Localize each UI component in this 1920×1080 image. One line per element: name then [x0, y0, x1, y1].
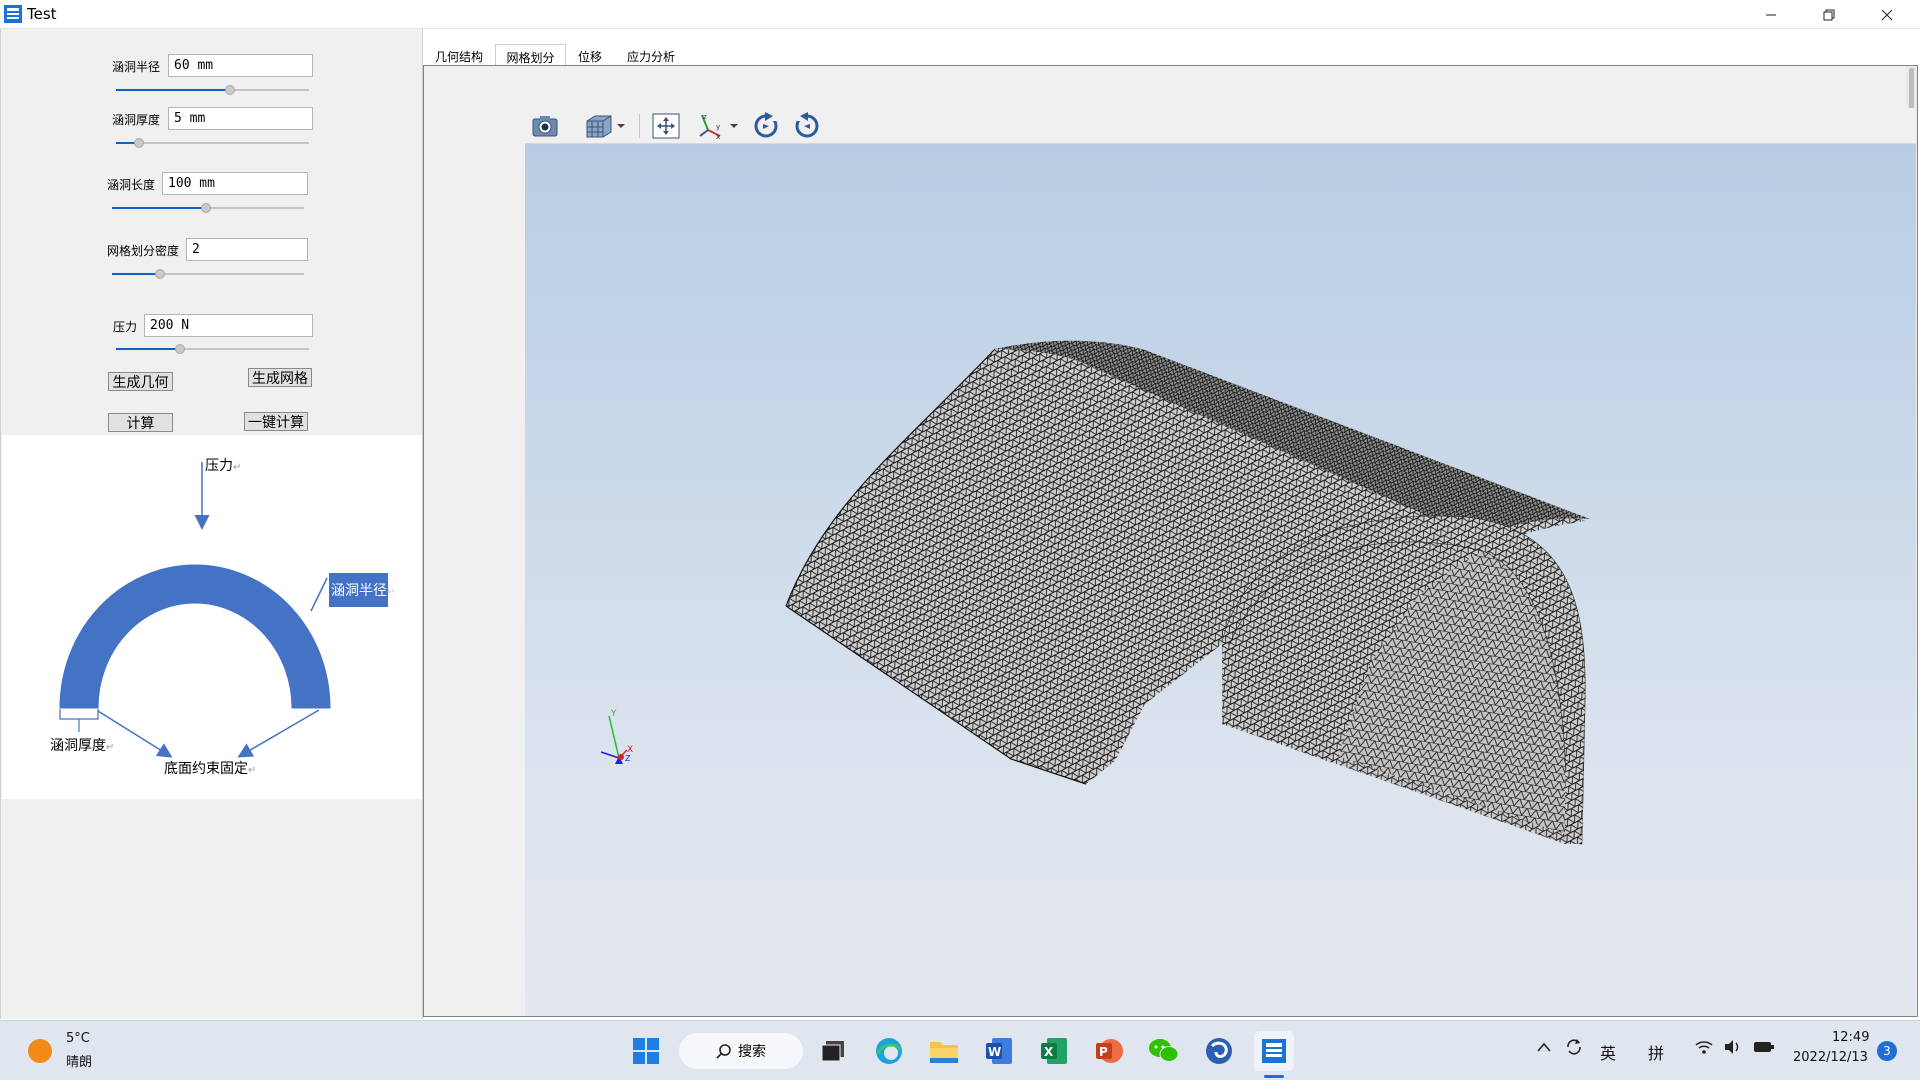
start-icon[interactable] — [626, 1031, 666, 1071]
radius-leader — [310, 577, 328, 612]
powerpoint-icon[interactable]: P — [1089, 1031, 1129, 1071]
mesh-density-label: 网格划分密度 — [107, 244, 180, 258]
pressure-slider[interactable] — [116, 341, 309, 357]
diagram-radius-label: 涵洞半径↵ — [331, 583, 396, 599]
weather-desc[interactable]: 晴朗 — [66, 1051, 92, 1070]
thickness-input[interactable]: 5 mm — [168, 107, 313, 130]
thickness-slider[interactable] — [116, 135, 309, 151]
ime-language[interactable]: 英 — [1600, 1040, 1616, 1064]
slider-thumb[interactable] — [201, 203, 212, 213]
svg-text:y: y — [716, 123, 720, 131]
restore-button[interactable] — [1800, 0, 1858, 29]
radius-input[interactable]: 60 mm — [168, 54, 313, 77]
svg-text:X: X — [1044, 1045, 1054, 1059]
app-swirl-icon[interactable] — [1199, 1031, 1239, 1071]
svg-text:x: x — [716, 133, 720, 140]
window-title: Test — [27, 5, 57, 23]
pressure-input[interactable]: 200 N — [144, 314, 313, 337]
camera-icon[interactable] — [527, 112, 563, 140]
diagram-pressure-label: 压力↵ — [205, 458, 242, 474]
rotate-ccw-icon[interactable] — [792, 112, 822, 140]
length-slider[interactable] — [112, 200, 304, 216]
culvert-diagram: 压力↵ 涵洞半径↵ 涵洞厚度↵ 底面约束固定↵ — [2, 435, 422, 799]
axis-z-label: Z — [625, 754, 631, 763]
volume-icon[interactable] — [1723, 1039, 1743, 1059]
sync-icon[interactable] — [1564, 1037, 1584, 1061]
task-view-icon[interactable] — [813, 1031, 853, 1071]
test-app-taskbar-icon[interactable] — [1254, 1031, 1294, 1071]
sun-icon[interactable] — [28, 1039, 52, 1063]
wifi-icon[interactable] — [1694, 1039, 1714, 1059]
generate-mesh-button[interactable]: 生成网格 — [248, 368, 312, 387]
svg-text:W: W — [988, 1045, 1001, 1059]
slider-thumb[interactable] — [134, 138, 145, 148]
one-click-compute-button[interactable]: 一键计算 — [244, 412, 308, 431]
constraint-arrow-right — [237, 709, 320, 758]
slider-thumb[interactable] — [174, 344, 185, 354]
slider-thumb[interactable] — [155, 269, 165, 279]
show-hidden-icons[interactable] — [1536, 1039, 1552, 1059]
generate-geometry-button[interactable]: 生成几何 — [108, 372, 173, 391]
svg-text:P: P — [1099, 1045, 1108, 1059]
orientation-axes: Y X Z — [600, 709, 633, 764]
search-box[interactable]: 搜索 — [679, 1033, 803, 1069]
edge-icon[interactable] — [869, 1031, 909, 1071]
taskbar: 5°C 晴朗 搜索 W X P 英 拼 12:49 2022/12/13 3 — [0, 1020, 1920, 1080]
length-label: 涵洞长度 — [107, 178, 156, 192]
ime-mode[interactable]: 拼 — [1648, 1040, 1664, 1064]
mesh-density-input[interactable]: 2 — [186, 238, 308, 261]
wechat-icon[interactable] — [1144, 1031, 1184, 1071]
view-cube-icon[interactable] — [581, 112, 629, 140]
file-explorer-icon[interactable] — [924, 1031, 964, 1071]
thickness-bracket — [59, 709, 99, 720]
viewer-toolbar: z yx — [525, 108, 1916, 144]
pressure-label: 压力 — [113, 320, 138, 334]
diagram-constraint-label: 底面约束固定↵ — [164, 761, 257, 777]
svg-text:z: z — [703, 113, 707, 121]
radius-slider[interactable] — [116, 82, 309, 98]
rotate-cw-icon[interactable] — [751, 112, 781, 140]
clock-date[interactable]: 2022/12/13 — [1793, 1050, 1868, 1065]
mesh-render — [785, 340, 1590, 845]
compute-button[interactable]: 计算 — [108, 413, 173, 432]
search-icon — [716, 1044, 731, 1059]
slider-thumb[interactable] — [224, 85, 235, 95]
excel-icon[interactable]: X — [1034, 1031, 1074, 1071]
3d-viewport[interactable]: Y X Z — [525, 144, 1916, 1016]
axes-icon[interactable]: z yx — [695, 112, 741, 140]
radius-label: 涵洞半径 — [112, 60, 161, 74]
thickness-label: 涵洞厚度 — [112, 113, 161, 127]
active-app-indicator — [1264, 1075, 1284, 1078]
fit-view-icon[interactable] — [651, 112, 681, 140]
clock-time[interactable]: 12:49 — [1832, 1030, 1869, 1045]
culvert-arch — [59, 564, 331, 709]
close-button[interactable] — [1858, 0, 1916, 29]
weather-temp[interactable]: 5°C — [66, 1031, 90, 1046]
app-icon — [3, 4, 23, 24]
minimize-button[interactable] — [1742, 0, 1800, 29]
diagram-thickness-label: 涵洞厚度↵ — [50, 738, 115, 754]
mesh-density-slider[interactable] — [112, 266, 304, 282]
axis-y-label: Y — [610, 709, 617, 719]
word-icon[interactable]: W — [979, 1031, 1019, 1071]
notification-badge[interactable]: 3 — [1877, 1041, 1897, 1061]
title-bar: Test — [0, 0, 1920, 29]
length-input[interactable]: 100 mm — [162, 172, 308, 195]
battery-icon[interactable] — [1753, 1039, 1775, 1059]
